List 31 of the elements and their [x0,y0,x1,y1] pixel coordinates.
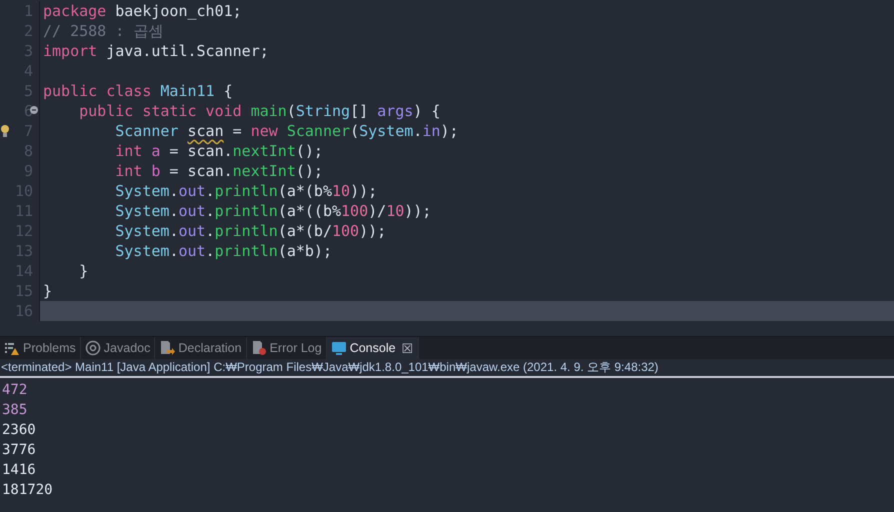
lightbulb-icon[interactable] [0,124,10,138]
console-line: 181720 [1,481,54,500]
code-line: int a = scan.nextInt(); [114,141,324,161]
code-line: System.out.println(a*(b%10)); [114,181,378,201]
code-line: System.out.println(a*((b%100)/10)); [114,201,432,221]
console-line: 1416 [1,461,37,480]
code-line: // 2588 : 곱셈 [42,21,164,41]
document-arrow-icon [159,340,176,356]
console-line: 385 [1,401,28,420]
code-line: System.out.println(a*(b/100)); [114,221,388,241]
code-line: } [78,261,90,281]
code-line: import java.util.Scanner; [42,41,270,61]
error-log-icon [250,340,267,356]
code-line: package baekjoon_ch01; [42,1,243,21]
close-icon[interactable]: ☒ [402,340,414,356]
console-line: 472 [1,381,28,400]
console-status: <terminated> Main11 [Java Application] C:₩Program Files₩Java₩jdk1.8.0_101₩bin₩javaw.exe (2021. 4. 9. 오후 9:48:32) [0,359,894,378]
panel-tab[interactable]: Console ☒ [326,337,419,359]
code-line: public class Main11 { [42,81,234,101]
code-line: public static void main(String[] args) { [78,101,442,121]
code-line: System.out.println(a*b); [114,241,333,261]
code-line: } [42,281,54,301]
monitor-icon [330,340,347,356]
console-line: 3776 [1,441,37,460]
console-line: 2360 [1,421,37,440]
code-line: int b = scan.nextInt(); [114,161,324,181]
code-line: Scanner scan = new Scanner(System.in); [114,121,460,141]
collapse-icon[interactable] [30,106,38,114]
at-sign-icon [84,340,101,356]
panel-tab[interactable]: Error Log [246,337,327,359]
list-icon [4,340,20,356]
